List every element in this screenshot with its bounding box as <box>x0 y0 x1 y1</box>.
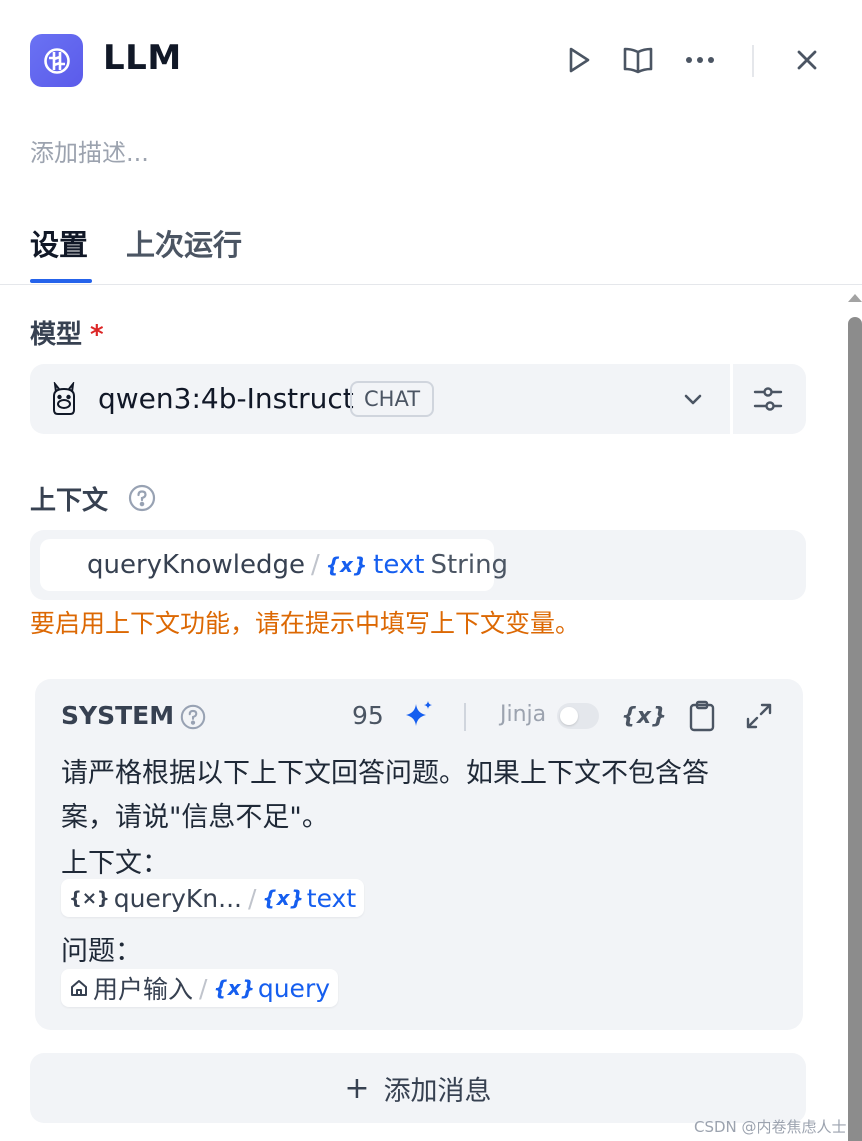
help-circle-icon[interactable] <box>127 483 157 520</box>
watermark: CSDN @内卷焦虑人士 <box>694 1118 847 1136</box>
variable-icon: {×} <box>69 887 110 909</box>
model-section-label: 模型 * <box>30 314 104 351</box>
context-variable-type: String <box>430 550 509 580</box>
llm-node-icon <box>30 34 83 87</box>
insert-variable-icon[interactable]: {x} <box>621 699 667 733</box>
chip-separator: / <box>310 550 320 580</box>
tab-bar: 设置 上次运行 <box>0 215 862 285</box>
run-play-icon[interactable] <box>561 42 597 78</box>
chip-node-name: queryKn... <box>113 883 242 913</box>
jinja-toggle[interactable] <box>557 703 599 729</box>
add-message-button[interactable]: + 添加消息 <box>30 1053 806 1123</box>
sparkle-generate-icon[interactable] <box>403 699 435 731</box>
variable-icon: {x} <box>325 553 368 577</box>
chip-node-name: 用户输入 <box>93 975 194 1004</box>
scroll-up-arrow-icon[interactable] <box>848 294 862 302</box>
tab-last-run[interactable]: 上次运行 <box>126 222 242 264</box>
context-variable-field[interactable]: queryKnowledge / {x} text String <box>30 530 806 600</box>
chip-variable-name: query <box>257 973 331 1003</box>
prompt-context-variable-chip[interactable]: {×} queryKn... / {x} text <box>61 879 365 917</box>
model-name: qwen3:4b-Instruct <box>98 382 354 415</box>
more-options-icon[interactable] <box>682 42 718 78</box>
close-icon[interactable] <box>789 42 825 78</box>
home-icon <box>69 978 89 998</box>
jinja-label: Jinja <box>500 702 547 727</box>
prompt-text-line[interactable]: 上下文： <box>61 841 169 880</box>
chevron-down-icon[interactable] <box>678 384 708 414</box>
context-variable-name: text <box>373 550 425 580</box>
tab-settings[interactable]: 设置 <box>30 222 88 264</box>
model-mode-badge: CHAT <box>350 381 435 417</box>
variable-icon: {x} <box>262 886 304 910</box>
scrollbar-thumb[interactable] <box>848 317 862 1141</box>
panel-header: LLM <box>0 0 862 120</box>
toggle-knob <box>560 707 578 725</box>
context-warning: 要启用上下文功能，请在提示中填写上下文变量。 <box>30 609 581 638</box>
model-divider <box>730 364 733 434</box>
context-variable-chip[interactable]: queryKnowledge / {x} text String <box>40 539 508 591</box>
context-section-label: 上下文 <box>30 480 157 520</box>
header-divider <box>752 45 754 77</box>
clipboard-copy-icon[interactable] <box>685 699 719 733</box>
model-params-settings-icon[interactable] <box>750 381 786 417</box>
toolbar-divider <box>464 703 466 731</box>
ollama-llama-icon <box>48 380 80 416</box>
model-label: 模型 <box>30 320 83 350</box>
prompt-text-line[interactable]: 案，请说"信息不足"。 <box>61 795 329 834</box>
chip-separator: / <box>247 883 257 913</box>
help-circle-icon[interactable] <box>179 703 207 735</box>
prompt-text-line[interactable]: 请严格根据以下上下文回答问题。如果上下文不包含答 <box>61 751 709 790</box>
model-selector[interactable]: qwen3:4b-Instruct CHAT <box>30 364 806 434</box>
prompt-text-line[interactable]: 问题： <box>61 929 142 968</box>
active-tab-indicator <box>30 279 92 283</box>
plus-icon: + <box>344 1070 370 1106</box>
prompt-query-variable-chip[interactable]: 用户输入 / {x} query <box>61 969 339 1007</box>
open-book-icon[interactable] <box>620 42 656 78</box>
required-mark: * <box>90 320 104 350</box>
system-role-label: SYSTEM <box>61 701 175 730</box>
add-message-label: 添加消息 <box>383 1075 492 1107</box>
token-count: 95 <box>352 701 384 730</box>
node-title[interactable]: LLM <box>103 38 182 78</box>
expand-icon[interactable] <box>742 699 776 733</box>
description-input[interactable]: 添加描述... <box>30 133 149 168</box>
chip-separator: / <box>199 973 208 1003</box>
chip-variable-name: text <box>306 883 357 913</box>
context-node-name: queryKnowledge <box>87 550 305 580</box>
system-prompt-card: SYSTEM 95 Jinja {x} 请严格根据以下上下文回答问题。如果上下文… <box>35 679 803 1030</box>
variable-icon: {x} <box>213 976 255 1000</box>
context-label: 上下文 <box>30 486 109 516</box>
